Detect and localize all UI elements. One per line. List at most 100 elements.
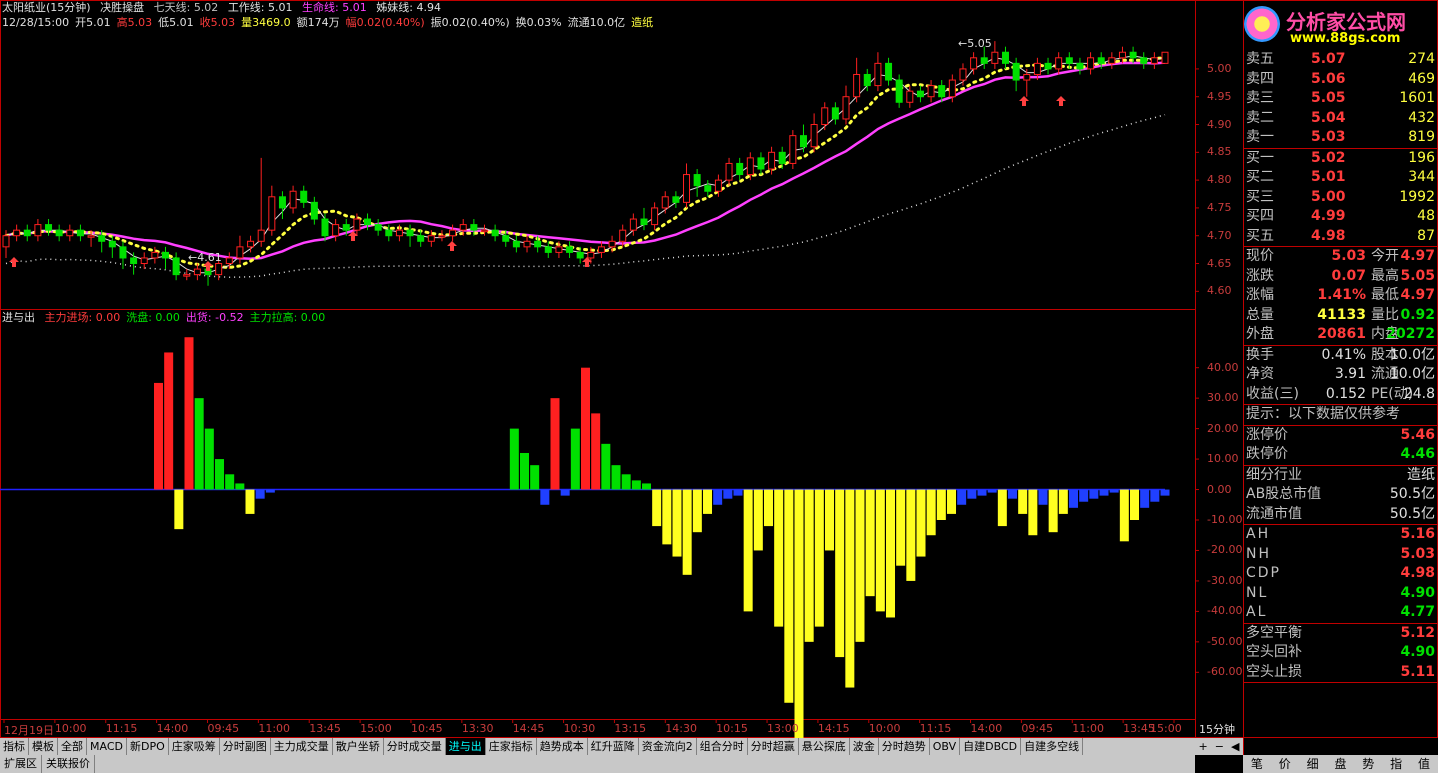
candle-body (257, 229, 265, 242)
time-tick-label: 11:15 (919, 722, 952, 735)
candle-body (1097, 57, 1105, 64)
header-field-0: 12/28/15:00 (2, 16, 70, 29)
right-tab-0[interactable]: 笔 (1251, 755, 1263, 773)
sub-bar (723, 489, 733, 499)
sub-bar (235, 483, 245, 490)
right-tab-4[interactable]: 势 (1362, 755, 1374, 773)
indicator-tab-12[interactable]: 趋势成本 (537, 738, 588, 755)
sub-tick-label: 0.00 (1207, 482, 1232, 496)
indicator-tab-14[interactable]: 资金流向2 (639, 738, 697, 755)
candle-body (76, 229, 84, 237)
indicator-tab-22[interactable]: 自建多空线 (1021, 738, 1084, 755)
sub-bar (154, 382, 163, 490)
right-tab-6[interactable]: 值 (1418, 755, 1430, 773)
sub-legend-0: 主力进场: 0.00 (44, 311, 121, 324)
time-tick-label: 10:15 (716, 722, 748, 735)
indicator-tab-7[interactable]: 主力成交量 (271, 738, 333, 755)
pivot-level-2: CDP 4.98 (1246, 565, 1435, 581)
sub-bar (611, 465, 621, 490)
sub-tick-label: 10.00 (1207, 452, 1239, 466)
indicator-tab-8[interactable]: 散户坐轿 (333, 738, 384, 755)
price-tick-label: 4.95 (1207, 89, 1232, 103)
indicator-tab-13[interactable]: 红升蓝降 (588, 738, 639, 755)
candle-body (597, 246, 605, 253)
indicator-tab-20[interactable]: OBV (930, 738, 961, 755)
right-tab-2[interactable]: 细 (1307, 755, 1319, 773)
shengming-line (5, 61, 1166, 260)
indicator-tab-3[interactable]: MACD (87, 738, 127, 755)
tab-scroll-controls: + − ◀ (1195, 738, 1243, 755)
indicator-tab-1[interactable]: 模板 (29, 738, 58, 755)
header-field-6: 额174万 (296, 16, 340, 29)
indicator-tab-18[interactable]: 波金 (850, 738, 879, 755)
candle-body (108, 240, 116, 248)
time-tick-label: 13:00 (767, 722, 799, 735)
indicator-tab-0[interactable]: 指标 (0, 738, 29, 755)
right-tab-1[interactable]: 价 (1279, 755, 1291, 773)
candle-body (661, 196, 669, 209)
candle-body (87, 235, 95, 238)
stock-title[interactable]: 太阳纸业(15分钟) (2, 1, 91, 14)
high-annotation: ←5.05 (958, 37, 992, 50)
candle-body (714, 179, 722, 192)
candle-body (555, 246, 563, 253)
candle-body (853, 73, 861, 98)
sub-bar (987, 489, 997, 493)
pivot-level-3: NL 4.90 (1246, 584, 1435, 601)
header-field-8: 振0.02(0.40%) (430, 16, 510, 29)
header-field-7: 幅0.02(0.40%) (345, 16, 425, 29)
indicator-tab-2[interactable]: 全部 (58, 738, 87, 755)
bottom-tab-0[interactable]: 扩展区 (0, 755, 42, 773)
time-tick-label: 10:00 (54, 722, 87, 735)
indicator-tab-6[interactable]: 分时副图 (220, 738, 271, 755)
indicator-tab-4[interactable]: 新DPO (127, 738, 169, 755)
right-tab-3[interactable]: 盘 (1334, 755, 1346, 773)
bottom-tab-1[interactable]: 关联报价 (42, 755, 95, 773)
candle-body (140, 257, 148, 265)
indicator-tab-21[interactable]: 自建DBCD (960, 738, 1022, 755)
sub-bar (520, 452, 529, 490)
candle-body (534, 240, 542, 248)
limit-price-1: 跌停价 4.46 (1246, 446, 1435, 462)
sub-bar (581, 367, 590, 490)
candle-body (831, 107, 839, 120)
header-field-11: 造纸 (631, 16, 654, 29)
candle-body (406, 229, 414, 237)
sub-bar (875, 489, 885, 612)
sub-bar (977, 489, 987, 496)
indicator-tab-19[interactable]: 分时趋势 (879, 738, 930, 755)
candle-body (651, 207, 659, 226)
tab-control-2[interactable]: ◀ (1231, 738, 1239, 755)
indicator-tab-17[interactable]: 悬公探底 (799, 738, 850, 755)
sub-indicator-name[interactable]: 进与出 (2, 311, 35, 324)
meimei-line-label: 姊妹线: 4.94 (376, 1, 441, 14)
candle-body (332, 224, 340, 237)
sub-bar (1079, 489, 1089, 502)
period-label[interactable]: 15分钟 (1199, 721, 1235, 737)
header-field-5: 量3469.0 (241, 16, 291, 29)
sub-bar (682, 489, 692, 575)
candle-body (938, 85, 946, 98)
sub-bar (906, 489, 916, 581)
indicator-tab-11[interactable]: 庄家指标 (486, 738, 537, 755)
tab-control-0[interactable]: + (1199, 738, 1208, 755)
right-tab-5[interactable]: 指 (1390, 755, 1402, 773)
indicator-tab-16[interactable]: 分时超赢 (748, 738, 799, 755)
sub-bar (1150, 489, 1160, 502)
sub-bar (601, 443, 611, 490)
quote-stat-1: 涨跌 0.07 最高 5.05 (1246, 267, 1435, 284)
indicator-name[interactable]: 决胜操盘 (100, 1, 144, 14)
buy-level-2: 买二 5.01 344 (1246, 169, 1435, 185)
candle-body (449, 229, 457, 237)
sub-bar (743, 489, 753, 612)
buy-level-1: 买一 5.02 196 (1246, 149, 1435, 166)
tab-control-1[interactable]: − (1215, 738, 1224, 755)
indicator-tab-10[interactable]: 进与出 (445, 738, 486, 755)
sub-tick-label: -20.00 (1207, 543, 1243, 557)
sub-bar (174, 489, 184, 530)
sub-tick-label: -60.00 (1207, 665, 1243, 679)
indicator-tab-5[interactable]: 庄家吸筹 (169, 738, 220, 755)
indicator-tab-15[interactable]: 组合分时 (697, 738, 748, 755)
indicator-tab-9[interactable]: 分时成交量 (384, 738, 446, 755)
panel-separator (1243, 682, 1438, 683)
